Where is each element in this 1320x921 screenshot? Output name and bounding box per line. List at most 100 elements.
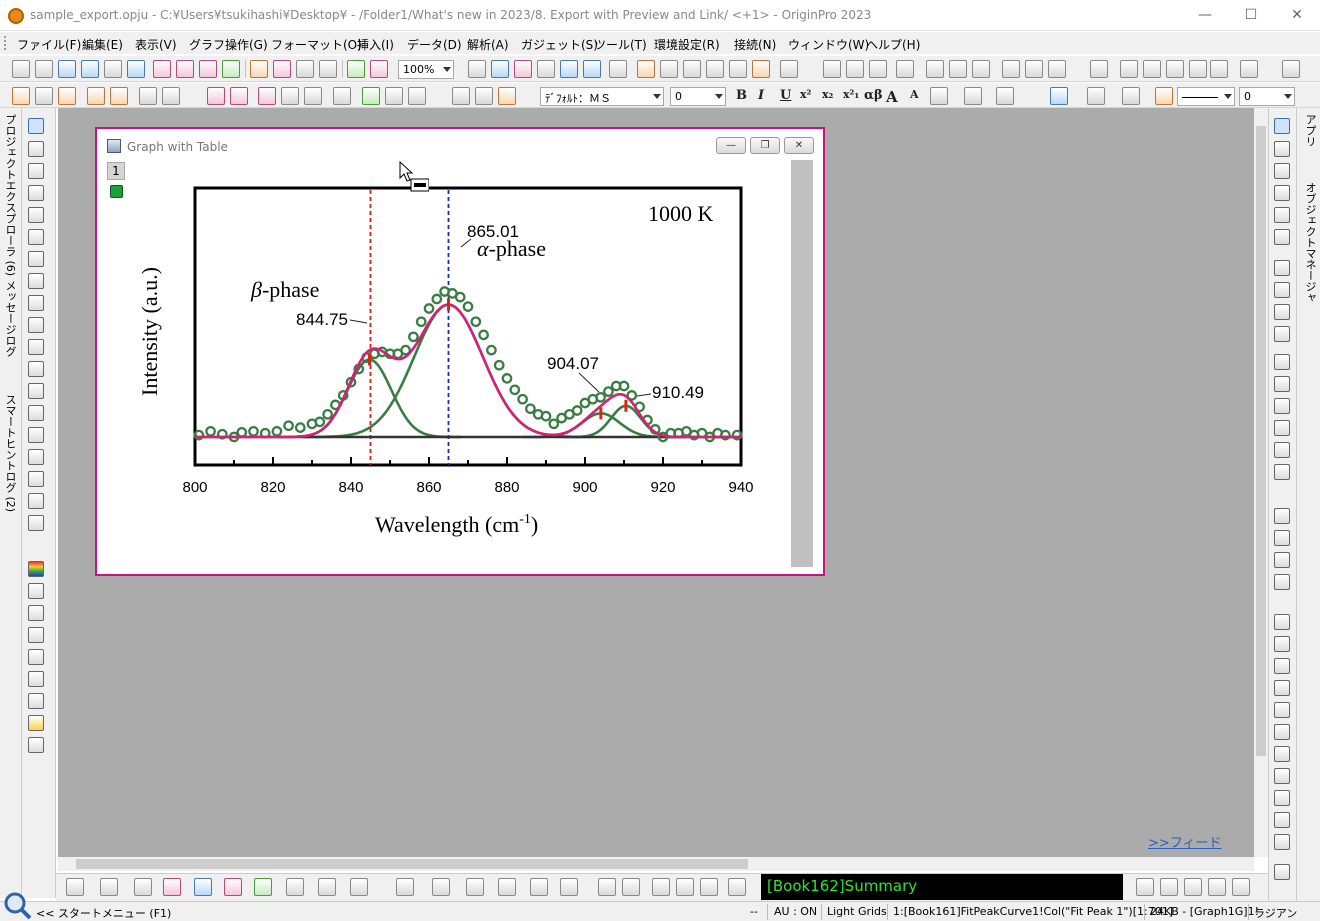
graph-window[interactable]: Graph with Table — ❐ ✕ 800 820 840 860 880 90… [95,127,825,576]
tab-object-manager[interactable]: オブジェクトマネージャ [1302,182,1318,303]
duplicate-icon[interactable] [514,60,532,78]
sort-icon[interactable] [869,60,887,78]
supsub-button[interactable]: x²₁ [843,88,859,101]
insert-table-icon[interactable] [28,493,44,509]
graph-close-button[interactable]: ✕ [784,137,814,154]
menu-format[interactable]: フォーマット(O) [271,36,362,53]
set-column-icon[interactable] [1090,60,1108,78]
search-icon[interactable] [2,890,32,920]
heatmap-icon[interactable] [498,878,516,896]
tab-message-log[interactable]: メッセージログ [2,280,18,357]
vertical-scrollbar[interactable] [1254,108,1268,857]
feed-link[interactable]: >>フィード [1148,832,1222,851]
console-icon[interactable] [729,60,747,78]
new-excel-icon[interactable] [199,60,217,78]
line-width-combo[interactable]: 0 [1239,87,1295,106]
zoom-in-tool-icon[interactable] [28,141,44,157]
column-plot-icon[interactable] [163,878,181,896]
tab-apps[interactable]: アプリ [1302,114,1318,147]
start-menu-button[interactable]: << スタートメニュー (F1) [36,905,171,921]
new-function-icon[interactable] [127,60,145,78]
cat-icon[interactable] [598,878,616,896]
angle-unit-status[interactable]: ラジアン [1254,905,1297,921]
save-template-icon[interactable] [319,60,337,78]
region-mask-icon[interactable] [28,273,44,289]
font-combo[interactable]: ﾃﾞﾌｫﾙﾄ：ＭＳ [540,87,664,106]
apps-icon[interactable] [752,60,770,78]
3d-plot-icon[interactable] [350,878,368,896]
annotation-icon[interactable] [28,229,44,245]
ungroup-icon[interactable] [1274,746,1290,762]
arrange-5-icon[interactable] [1232,878,1250,896]
graph-page[interactable]: 800 820 840 860 880 900 920 940 Wavelength (cm-… [105,160,791,567]
axis-scale-icon[interactable] [1274,163,1290,179]
text-tool-icon[interactable] [28,317,44,333]
menu-data[interactable]: データ(D) [407,36,462,53]
maximize-button[interactable]: ☐ [1228,0,1274,31]
object-manager-icon[interactable] [609,60,627,78]
front-icon[interactable] [1274,768,1290,784]
menu-connectivity[interactable]: 接続(N) [734,36,776,53]
refresh-icon[interactable] [370,60,388,78]
line-tool-icon[interactable] [28,383,44,399]
abacus-icon[interactable] [28,671,44,687]
menu-graph[interactable]: グラフ操作(G) [189,36,268,53]
backward-icon[interactable] [1274,834,1290,850]
line-symbol-plot-icon[interactable] [134,878,152,896]
merge-icon[interactable] [110,87,128,105]
zoom-out-tool-icon[interactable] [28,163,44,179]
graph-minimize-button[interactable]: — [716,137,746,154]
axis-right-icon[interactable] [1274,398,1290,414]
lock-icon[interactable] [110,185,123,198]
gadget-2-icon[interactable] [700,878,718,896]
new-legend-icon[interactable] [207,87,225,105]
new-notes-icon[interactable] [176,60,194,78]
code-builder-icon[interactable] [637,60,655,78]
gadget-icon[interactable] [676,878,694,896]
waterfall-icon[interactable] [466,878,484,896]
speed-mode-icon[interactable] [408,87,426,105]
graph-restore-button[interactable]: ❐ [750,137,780,154]
recalculate-icon[interactable] [347,60,365,78]
table-icon[interactable] [230,87,248,105]
more-tools-icon[interactable] [1282,60,1300,78]
surface-icon[interactable] [432,878,450,896]
zoom-combo[interactable]: 100% [398,60,454,79]
swap-axes-icon[interactable] [1274,141,1290,157]
column-chart-icon[interactable] [949,60,967,78]
insert-equation-icon[interactable] [28,449,44,465]
superscript-button[interactable]: x² [800,88,811,101]
layer-4-icon[interactable] [1274,326,1290,342]
rescale-icon[interactable] [58,87,76,105]
menu-view[interactable]: 表示(V) [135,36,177,53]
decrease-font-button[interactable]: A [910,88,919,101]
font-color-icon[interactable] [996,87,1014,105]
arrange-1-icon[interactable] [1136,878,1154,896]
results-log-icon[interactable] [537,60,555,78]
new-graph-icon[interactable] [81,60,99,78]
layer-1-icon[interactable] [1274,260,1290,276]
same-height-icon[interactable] [1274,658,1290,674]
new-workbook-icon[interactable] [58,60,76,78]
align-top-icon[interactable] [1274,552,1290,568]
fit-page-icon[interactable] [1274,864,1290,880]
menu-tools[interactable]: ツール(T) [594,36,647,53]
scatter-matrix-icon[interactable] [194,878,212,896]
auto-update-status[interactable]: AU : ON [774,905,817,918]
data-reader-icon[interactable] [28,207,44,223]
app-gallery-icon[interactable] [652,878,670,896]
align-middle-icon[interactable] [1274,702,1290,718]
increase-font-button[interactable]: A [886,88,898,106]
axis-left-icon[interactable] [1274,354,1290,370]
brightness-icon[interactable] [1155,87,1173,105]
layer-2-icon[interactable] [1274,282,1290,298]
line-style-combo[interactable] [1177,87,1235,106]
rescale-axes-icon[interactable] [1274,229,1290,245]
vertical-scroll-thumb[interactable] [1256,126,1266,756]
menu-file[interactable]: ファイル(F) [17,36,81,53]
project-explorer-icon[interactable] [560,60,578,78]
pointer-tool-icon[interactable] [28,118,44,134]
grids-status[interactable]: Light Grids [827,905,887,918]
grid-tool-icon[interactable] [28,339,44,355]
spreadsheet-icon[interactable] [28,737,44,753]
